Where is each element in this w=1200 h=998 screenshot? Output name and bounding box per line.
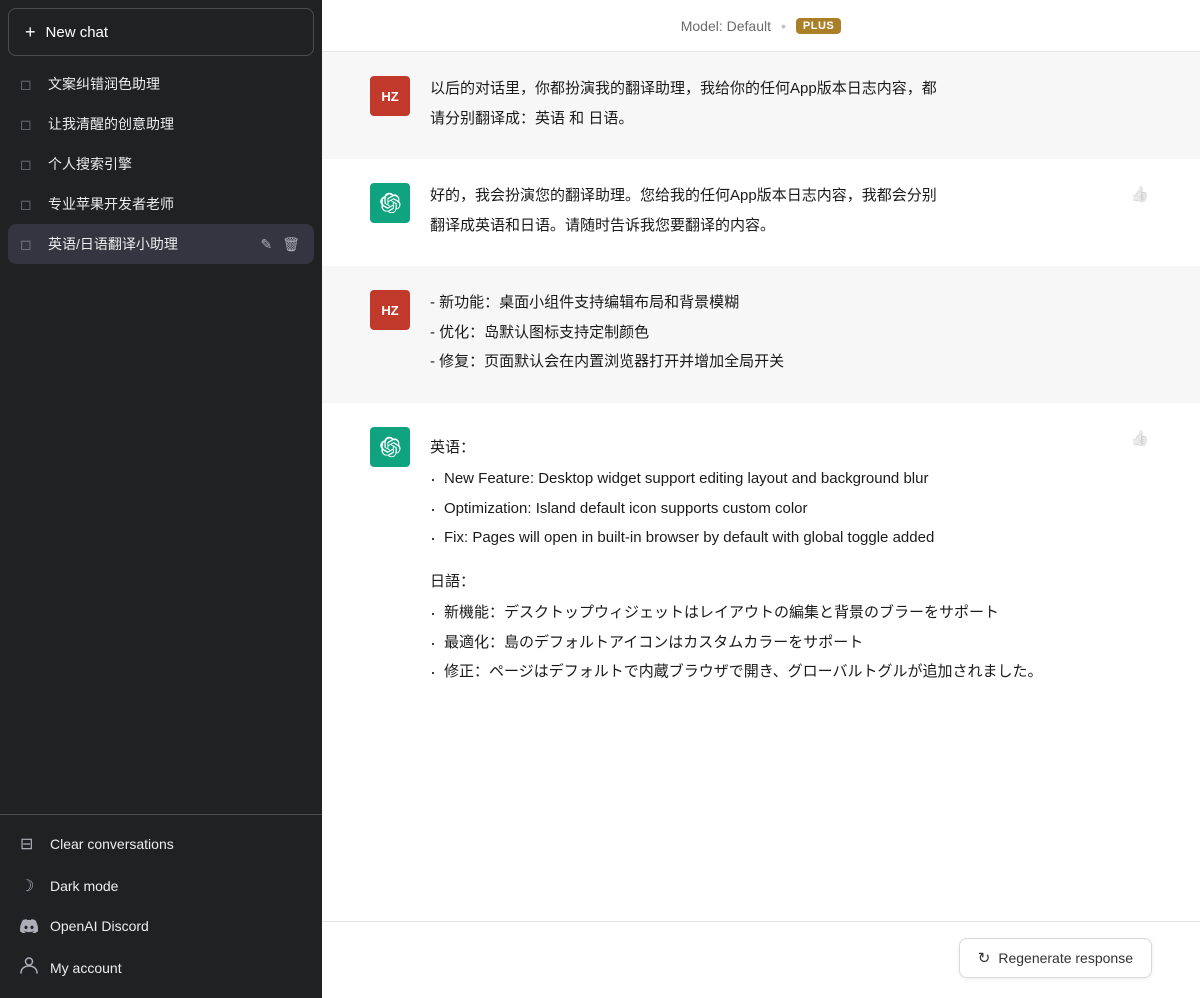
bullet-item: 新機能：デスクトップウィジェットはレイアウトの編集と背景のブラーをサポート	[430, 598, 1108, 628]
bullets-ja: 新機能：デスクトップウィジェットはレイアウトの編集と背景のブラーをサポート最適化…	[430, 598, 1108, 687]
sidebar-bottom-item-clear[interactable]: ⊟ Clear conversations	[8, 823, 314, 865]
message-text: - 新功能：桌面小组件支持编辑布局和背景模糊	[430, 290, 1152, 316]
bullet-item: Optimization: Island default icon suppor…	[430, 494, 1108, 524]
person-icon	[20, 956, 40, 979]
message-text: 以后的对话里，你都扮演我的翻译助理，我给你的任何App版本日志内容，都	[430, 76, 1152, 102]
sidebar-item-conv-1[interactable]: ◻ 文案纠错润色助理	[8, 64, 314, 104]
section-en-label: 英语：	[430, 435, 1108, 461]
bullet-item: 修正：ページはデフォルトで内蔵ブラウザで開き、グローバルトグルが追加されました。	[430, 657, 1108, 687]
message-row-msg-3: HZ - 新功能：桌面小组件支持编辑布局和背景模糊 - 优化：岛默认图标支持定制颜色…	[322, 266, 1200, 403]
sidebar: + New chat ◻ 文案纠错润色助理 ◻ 让我清醒的创意助理 ◻ 个人搜索引擎 ◻ 专业…	[0, 0, 322, 998]
message-row-msg-1: HZ 以后的对话里，你都扮演我的翻译助理，我给你的任何App版本日志内容，都请分别…	[322, 52, 1200, 159]
message-content-msg-3: - 新功能：桌面小组件支持编辑布局和背景模糊 - 优化：岛默认图标支持定制颜色 - …	[430, 290, 1152, 379]
conv-actions: ✎🗑	[258, 235, 302, 253]
regenerate-icon: ↻	[978, 949, 991, 967]
sidebar-item-conv-3[interactable]: ◻ 个人搜索引擎	[8, 144, 314, 184]
chat-bubble-icon: ◻	[20, 196, 38, 213]
chat-footer: ↻ Regenerate response	[322, 921, 1200, 998]
gpt-avatar	[370, 427, 410, 467]
user-avatar: HZ	[370, 290, 410, 330]
plus-icon: +	[25, 23, 36, 41]
conv-label: 专业苹果开发者老师	[48, 194, 302, 214]
section-ja-label: 日語：	[430, 569, 1108, 595]
model-separator: •	[781, 18, 786, 34]
sidebar-bottom-label: OpenAI Discord	[50, 918, 149, 934]
sidebar-item-conv-4[interactable]: ◻ 专业苹果开发者老师	[8, 184, 314, 224]
main-content: Model: Default • PLUS HZ 以后的对话里，你都扮演我的翻译助…	[322, 0, 1200, 998]
trash-icon: ⊟	[20, 834, 40, 854]
message-content-msg-1: 以后的对话里，你都扮演我的翻译助理，我给你的任何App版本日志内容，都请分别翻译…	[430, 76, 1152, 135]
message-text: 好的，我会扮演您的翻译助理。您给我的任何App版本日志内容，我都会分别	[430, 183, 1108, 209]
thumbs-up-button[interactable]: 👍	[1129, 427, 1152, 449]
conv-label: 英语/日语翻译小助理	[48, 234, 248, 254]
moon-icon: ☽	[20, 876, 40, 896]
model-label: Model: Default	[681, 18, 771, 34]
sidebar-bottom-label: Dark mode	[50, 878, 118, 894]
chat-bubble-icon: ◻	[20, 236, 38, 253]
plus-badge: PLUS	[796, 18, 841, 34]
chat-bubble-icon: ◻	[20, 76, 38, 93]
sidebar-bottom-label: Clear conversations	[50, 836, 174, 852]
bullet-item: Fix: Pages will open in built-in browser…	[430, 523, 1108, 553]
chat-header: Model: Default • PLUS	[322, 0, 1200, 52]
message-row-msg-2: 好的，我会扮演您的翻译助理。您给我的任何App版本日志内容，我都会分别翻译成英语…	[322, 159, 1200, 266]
delete-conv-button[interactable]: 🗑	[280, 235, 302, 253]
message-actions: 👍	[1128, 183, 1152, 205]
bullet-item: 最適化：島のデフォルトアイコンはカスタムカラーをサポート	[430, 628, 1108, 658]
sidebar-bottom-item-dark[interactable]: ☽ Dark mode	[8, 865, 314, 907]
new-chat-button[interactable]: + New chat	[8, 8, 314, 56]
sidebar-bottom-label: My account	[50, 960, 122, 976]
sidebar-bottom: ⊟ Clear conversations ☽ Dark mode OpenAI Di…	[0, 814, 322, 998]
bullet-item: New Feature: Desktop widget support edit…	[430, 464, 1108, 494]
sidebar-bottom-item-discord[interactable]: OpenAI Discord	[8, 907, 314, 945]
conversations-list: ◻ 文案纠错润色助理 ◻ 让我清醒的创意助理 ◻ 个人搜索引擎 ◻ 专业苹果开发者老师 ◻ 英语/…	[0, 60, 322, 814]
message-row-msg-4: 英语： New Feature: Desktop widget support e…	[322, 403, 1200, 711]
sidebar-item-conv-5[interactable]: ◻英语/日语翻译小助理✎🗑	[8, 224, 314, 264]
message-text: - 修复：页面默认会在内置浏览器打开并增加全局开关	[430, 349, 1152, 375]
conv-label: 让我清醒的创意助理	[48, 114, 302, 134]
conv-label: 文案纠错润色助理	[48, 74, 302, 94]
message-text: 翻译成英语和日语。请随时告诉我您要翻译的内容。	[430, 213, 1108, 239]
chat-bubble-icon: ◻	[20, 156, 38, 173]
user-avatar: HZ	[370, 76, 410, 116]
bullets-en: New Feature: Desktop widget support edit…	[430, 464, 1108, 553]
thumbs-up-button[interactable]: 👍	[1129, 183, 1152, 205]
edit-conv-button[interactable]: ✎	[258, 235, 274, 253]
discord-icon	[20, 919, 40, 933]
message-text: 请分别翻译成：英语 和 日语。	[430, 106, 1152, 132]
message-actions: 👍	[1128, 427, 1152, 449]
chat-bubble-icon: ◻	[20, 116, 38, 133]
regenerate-label: Regenerate response	[998, 950, 1133, 966]
message-content-msg-2: 好的，我会扮演您的翻译助理。您给我的任何App版本日志内容，我都会分别翻译成英语…	[430, 183, 1108, 242]
regenerate-button[interactable]: ↻ Regenerate response	[959, 938, 1152, 978]
gpt-avatar	[370, 183, 410, 223]
message-content-msg-4: 英语： New Feature: Desktop widget support e…	[430, 427, 1108, 687]
new-chat-label: New chat	[46, 24, 109, 41]
sidebar-bottom-item-account[interactable]: My account	[8, 945, 314, 990]
conv-label: 个人搜索引擎	[48, 154, 302, 174]
sidebar-item-conv-2[interactable]: ◻ 让我清醒的创意助理	[8, 104, 314, 144]
messages-container: HZ 以后的对话里，你都扮演我的翻译助理，我给你的任何App版本日志内容，都请分别…	[322, 52, 1200, 921]
message-text: - 优化：岛默认图标支持定制颜色	[430, 320, 1152, 346]
